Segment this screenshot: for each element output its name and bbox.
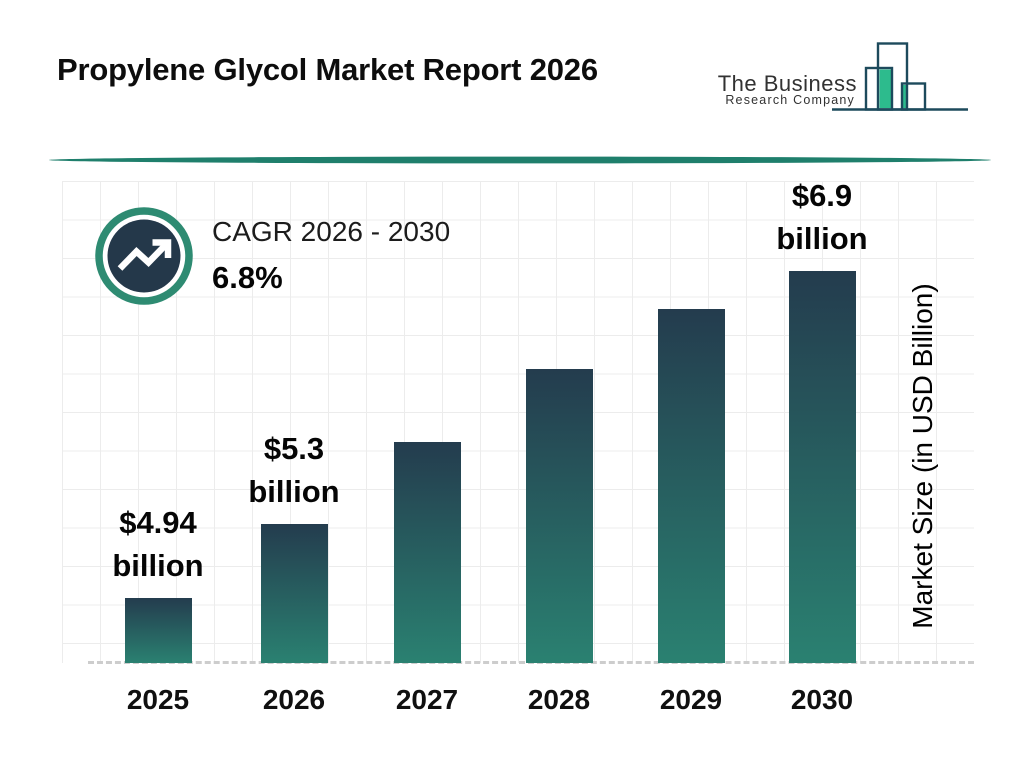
cagr-range-label: CAGR 2026 - 2030 xyxy=(212,216,450,248)
bar-2029 xyxy=(658,309,725,663)
bar-2028 xyxy=(526,369,593,663)
value-label-2025: $4.94billion xyxy=(48,501,268,587)
cagr-badge: CAGR 2026 - 2030 6.8% xyxy=(212,216,450,296)
x-tick-2025: 2025 xyxy=(98,684,218,716)
x-tick-2029: 2029 xyxy=(631,684,751,716)
value-label-2026: $5.3billion xyxy=(184,427,404,513)
x-tick-2027: 2027 xyxy=(367,684,487,716)
page-title: Propylene Glycol Market Report 2026 xyxy=(57,52,598,88)
infographic-root: Propylene Glycol Market Report 2026 The … xyxy=(0,0,1024,768)
trend-up-icon xyxy=(94,206,194,306)
value-label-2030: $6.9billion xyxy=(712,174,932,260)
x-tick-2028: 2028 xyxy=(499,684,619,716)
y-axis-title: Market Size (in USD Billion) xyxy=(907,283,939,628)
x-tick-2030: 2030 xyxy=(762,684,882,716)
cagr-value: 6.8% xyxy=(212,260,450,296)
x-tick-2026: 2026 xyxy=(234,684,354,716)
bar-2030 xyxy=(789,271,856,663)
logo-bars-icon xyxy=(828,38,973,116)
divider-line xyxy=(48,154,992,166)
bar-2025 xyxy=(125,598,192,663)
bar-2026 xyxy=(261,524,328,663)
